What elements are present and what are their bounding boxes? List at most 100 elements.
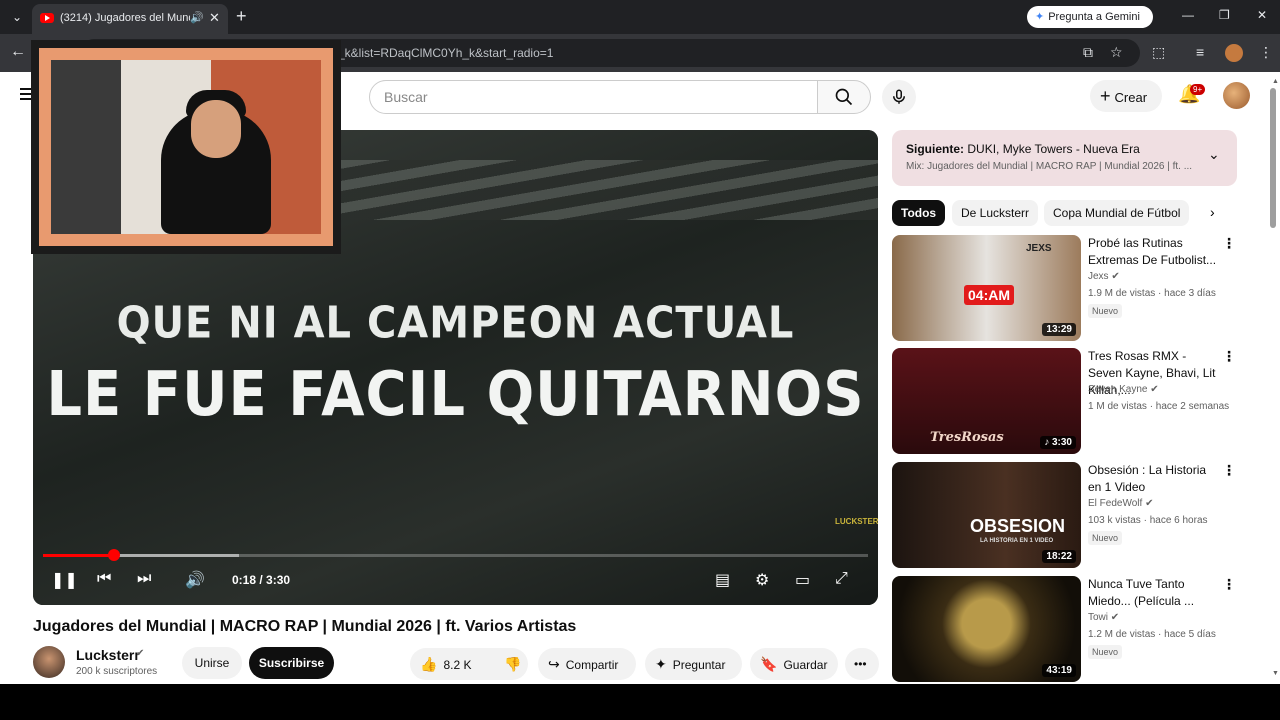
recommendation-meta: 1 M de vistas · hace 2 semanas	[1088, 401, 1230, 412]
tab-close-icon[interactable]: ✕	[209, 10, 220, 26]
browser-profile-avatar[interactable]	[1225, 44, 1243, 62]
video-duration: ♪ 3:30	[1040, 436, 1076, 449]
recommendation-item[interactable]: TresRosas ♪ 3:30 Tres Rosas RMX - Seven …	[892, 348, 1237, 454]
recommendation-title[interactable]: Obsesión : La Historia en 1 Video	[1088, 462, 1218, 496]
maximize-icon[interactable]: ❐	[1219, 8, 1230, 22]
verified-icon: ✔	[1110, 612, 1120, 623]
user-avatar[interactable]	[1223, 82, 1250, 109]
more-options-icon[interactable]: ⋮	[1222, 462, 1236, 479]
sparkle-icon: ✦	[655, 656, 667, 672]
chevron-down-icon[interactable]: ⌄	[1208, 146, 1220, 163]
progress-played	[43, 554, 114, 557]
video-thumbnail[interactable]: TresRosas ♪ 3:30	[892, 348, 1081, 454]
share-icon: ↪	[548, 656, 560, 672]
recommendation-channel: Jexs ✔	[1088, 271, 1120, 282]
previous-icon[interactable]: ⏮	[97, 570, 111, 588]
subtitles-icon[interactable]: ▤	[715, 570, 730, 590]
tab-audio-icon[interactable]: 🔊	[190, 11, 204, 24]
extensions-icon[interactable]: ⬚	[1152, 44, 1165, 61]
recommendation-meta: 1.2 M de vistas · hace 5 días	[1088, 629, 1216, 640]
pause-icon[interactable]: ❚❚	[51, 570, 78, 590]
more-options-icon[interactable]: ⋮	[1222, 235, 1236, 252]
bottom-black-bar	[0, 684, 1280, 720]
scrollbar-thumb[interactable]	[1270, 88, 1276, 228]
ask-button[interactable]: ✦ Preguntar	[645, 648, 742, 680]
youtube-favicon-icon	[40, 13, 54, 23]
chip-copa-mundial[interactable]: Copa Mundial de Fútbol	[1044, 200, 1190, 226]
chevron-right-icon[interactable]: ›	[1210, 204, 1215, 220]
thumbnail-logo: JEXS	[1026, 243, 1052, 254]
recommendation-meta: 103 k vistas · hace 6 horas	[1088, 515, 1208, 526]
recommendation-item[interactable]: 43:19 Nunca Tuve Tanto Miedo... (Películ…	[892, 576, 1237, 682]
search-button[interactable]	[817, 80, 871, 114]
back-arrow-icon[interactable]: ←	[10, 43, 26, 61]
save-button[interactable]: 🔖 Guardar	[750, 648, 838, 680]
verified-icon: ✔	[1145, 498, 1154, 509]
share-label: Compartir	[565, 658, 619, 672]
settings-gear-icon[interactable]: ⚙	[755, 570, 769, 590]
bookmark-star-icon[interactable]: ☆	[1110, 44, 1123, 61]
facecam-overlay	[31, 40, 341, 254]
ask-label: Preguntar	[672, 658, 726, 672]
more-options-icon[interactable]: ⋮	[1222, 576, 1236, 593]
video-thumbnail[interactable]: 04:AM JEXS 13:29	[892, 235, 1081, 341]
tab-search-icon[interactable]: ⌄	[6, 7, 28, 27]
create-button[interactable]: + Crear	[1090, 80, 1162, 112]
volume-icon[interactable]: 🔊	[185, 570, 205, 590]
more-options-icon[interactable]: ⋮	[1222, 348, 1236, 365]
channel-name[interactable]: Lucksterr	[76, 647, 140, 663]
dislike-button[interactable]: 👎	[496, 648, 530, 680]
recommendation-channel: El FedeWolf ✔	[1088, 498, 1154, 509]
next-icon[interactable]: ⏭	[137, 570, 151, 588]
video-thumbnail[interactable]: OBSESION LA HISTORIA EN 1 VIDEO 18:22	[892, 462, 1081, 568]
browser-menu-icon[interactable]: ⋮	[1259, 44, 1273, 61]
gemini-label: Pregunta a Gemini	[1048, 11, 1140, 23]
fullscreen-icon[interactable]: ⤢	[835, 570, 848, 588]
minimize-icon[interactable]: —	[1182, 8, 1194, 22]
verified-icon: ✔	[1150, 384, 1159, 395]
new-tab-icon[interactable]: +	[236, 6, 247, 27]
more-actions-button[interactable]: •••	[845, 648, 879, 680]
verified-icon: ✔	[1111, 271, 1120, 282]
time-display: 0:18 / 3:30	[232, 573, 291, 587]
next-up-panel[interactable]: Siguiente: DUKI, Myke Towers - Nueva Era…	[892, 130, 1237, 186]
channel-avatar[interactable]	[33, 646, 65, 678]
recommendation-item[interactable]: OBSESION LA HISTORIA EN 1 VIDEO 18:22 Ob…	[892, 462, 1237, 568]
search-input[interactable]: Buscar	[369, 80, 818, 114]
chip-todos[interactable]: Todos	[892, 200, 946, 226]
video-watermark: LUCKSTER	[835, 517, 878, 526]
share-button[interactable]: ↪ Compartir	[538, 648, 636, 680]
scroll-down-arrow-icon[interactable]: ▼	[1272, 670, 1279, 677]
chip-de-lucksterr[interactable]: De Lucksterr	[952, 200, 1039, 226]
video-duration: 18:22	[1042, 550, 1076, 563]
install-app-icon[interactable]: ⧉	[1083, 44, 1093, 61]
bookmark-icon: 🔖	[760, 656, 778, 672]
thumbnail-text: 04:AM	[964, 285, 1015, 305]
verified-icon: ✔	[136, 648, 145, 659]
next-up-prefix: Siguiente:	[906, 142, 965, 156]
recommendation-channel: Towi ✔	[1088, 612, 1120, 623]
progress-scrubber[interactable]	[108, 549, 120, 561]
scroll-up-arrow-icon[interactable]: ▲	[1272, 78, 1279, 85]
recommendation-meta: 1.9 M de vistas · hace 3 días	[1088, 288, 1216, 299]
recommendation-title[interactable]: Probé las Rutinas Extremas De Futbolist.…	[1088, 235, 1218, 269]
browser-tab[interactable]: (3214) Jugadores del Mundi 🔊 ✕	[32, 4, 228, 34]
voice-search-button[interactable]	[882, 80, 916, 114]
video-thumbnail[interactable]: 43:19	[892, 576, 1081, 682]
thumbnail-text: OBSESION	[970, 516, 1066, 536]
youtube-page: Buscar + Crear 🔔 9+ QUE NI AL CAMPEON ACT…	[0, 40, 1280, 684]
browser-titlebar: ⌄ (3214) Jugadores del Mundi 🔊 ✕ + ✦ Preg…	[0, 0, 1280, 34]
media-controls-icon[interactable]: ≡	[1196, 44, 1204, 60]
channel-subscribers: 200 k suscriptores	[76, 666, 158, 677]
recommendation-title[interactable]: Nunca Tuve Tanto Miedo... (Película ...	[1088, 576, 1218, 610]
recommendation-item[interactable]: 04:AM JEXS 13:29 Probé las Rutinas Extre…	[892, 235, 1237, 341]
window-close-icon[interactable]: ✕	[1257, 8, 1267, 22]
thumbs-down-icon: 👎	[504, 656, 522, 672]
gemini-button[interactable]: ✦ Pregunta a Gemini	[1027, 6, 1153, 28]
theater-mode-icon[interactable]: ▭	[795, 570, 810, 590]
tab-title: (3214) Jugadores del Mundi	[60, 12, 190, 24]
subscribe-button[interactable]: Suscribirse	[249, 647, 334, 679]
video-title: Jugadores del Mundial | MACRO RAP | Mund…	[33, 618, 577, 635]
join-button[interactable]: Unirse	[182, 647, 242, 679]
thumbs-up-icon: 👍	[420, 656, 438, 672]
